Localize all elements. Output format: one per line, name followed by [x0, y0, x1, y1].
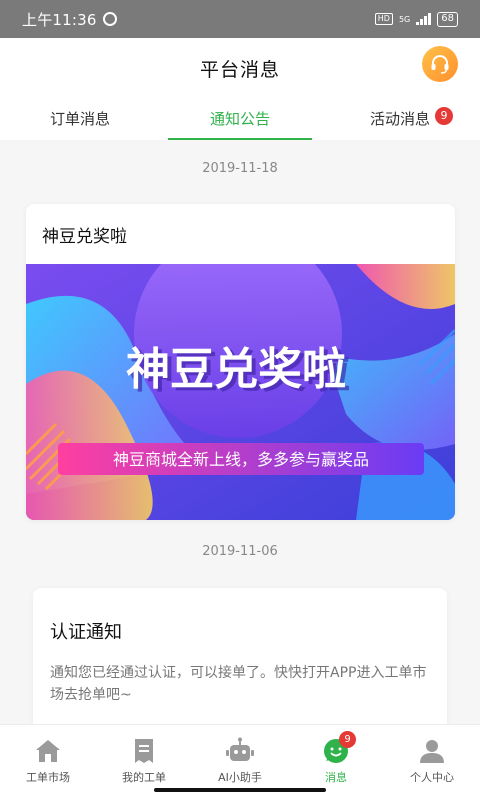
banner-subline: 神豆商城全新上线，多多参与赢奖品	[113, 450, 369, 469]
nav-profile[interactable]: 个人中心	[384, 725, 480, 800]
promo-banner-image: 神豆兑奖啦 神豆兑奖啦 神豆商城全新上线，多多参与赢奖品	[26, 264, 455, 520]
nav-label: 工单市场	[26, 771, 70, 784]
network-type: 5G	[398, 14, 411, 24]
status-bar: 上午11:36 HD 5G 68	[0, 0, 480, 38]
headset-icon	[431, 55, 449, 74]
person-icon	[417, 737, 447, 765]
hd-indicator: HD	[374, 13, 393, 25]
tab-label: 订单消息	[49, 110, 110, 128]
nav-order-market[interactable]: 工单市场	[0, 725, 96, 800]
robot-icon	[225, 737, 255, 765]
page-title: 平台消息	[199, 58, 280, 81]
battery-icon: 68	[437, 11, 458, 27]
notice-date: 2019-11-06	[202, 544, 278, 559]
notice-card-promo[interactable]: 神豆兑奖啦 神豆兑奖啦 神豆兑奖啦 神豆商城全新上线，多多参与赢奖品	[26, 204, 455, 520]
nav-label: 我的工单	[122, 771, 166, 784]
notice-title: 神豆兑奖啦	[42, 227, 127, 247]
receipt-icon	[129, 737, 159, 765]
tab-activity-messages[interactable]: 活动消息 9	[320, 98, 480, 140]
unread-badge: 9	[339, 731, 356, 748]
status-time: 上午11:36	[22, 10, 97, 29]
notice-title: 认证通知	[50, 622, 122, 643]
tab-label: 活动消息	[369, 110, 430, 128]
nav-label: AI小助手	[218, 771, 262, 784]
signal-icon	[416, 13, 432, 25]
unread-badge: 9	[435, 107, 453, 125]
banner-headline: 神豆兑奖啦	[126, 344, 346, 395]
nav-label: 个人中心	[410, 771, 454, 784]
notice-date: 2019-11-18	[202, 161, 278, 176]
home-indicator[interactable]	[154, 788, 326, 792]
notice-body: 通知您已经通过认证，可以接单了。快快打开APP进入工单市场去抢单吧~	[50, 665, 427, 703]
tab-label: 通知公告	[209, 110, 270, 128]
header: 平台消息	[0, 38, 480, 98]
battery-level: 68	[441, 13, 454, 24]
tab-notices[interactable]: 通知公告	[160, 98, 320, 140]
tab-order-messages[interactable]: 订单消息	[0, 98, 160, 140]
alarm-icon	[102, 12, 117, 26]
nav-label: 消息	[325, 771, 347, 784]
status-right: HD 5G 68	[374, 11, 458, 27]
customer-service-button[interactable]	[422, 46, 458, 82]
home-icon	[33, 737, 63, 765]
message-tabs: 订单消息 通知公告 活动消息 9	[0, 98, 480, 140]
